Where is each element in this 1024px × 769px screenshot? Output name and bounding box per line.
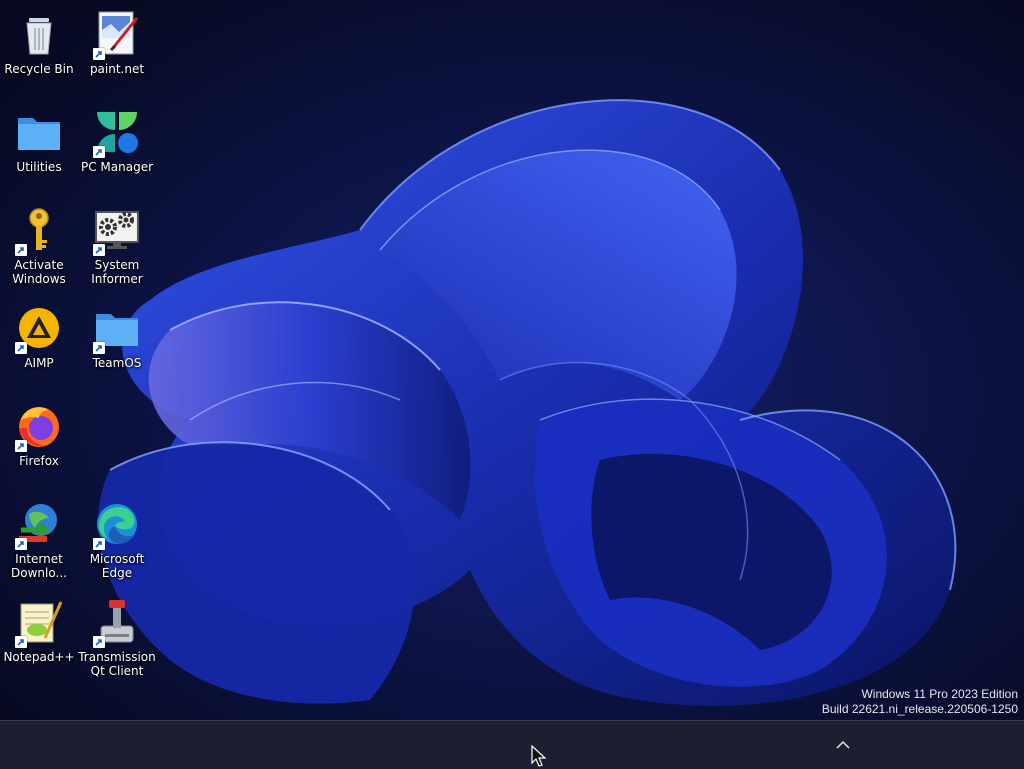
shortcut-arrow-icon — [93, 146, 105, 158]
desktop-icon-pc-manager[interactable]: PC Manager — [78, 106, 156, 196]
chevron-up-icon — [836, 740, 850, 749]
shortcut-arrow-icon — [15, 538, 27, 550]
desktop-icon-teamos[interactable]: TeamOS — [78, 302, 156, 392]
taskbar — [0, 720, 1024, 769]
desktop-icon-label: paint.net — [89, 62, 145, 76]
build-text: Build 22621.ni_release.220506-1250 — [821, 702, 1018, 716]
shortcut-arrow-icon — [93, 244, 105, 256]
show-hidden-icons-button[interactable] — [832, 735, 854, 755]
desktop-icon-label: Notepad++ — [3, 650, 75, 664]
shortcut-arrow-icon — [15, 342, 27, 354]
edition-text: Windows 11 Pro 2023 Edition — [861, 687, 1018, 701]
desktop-icon-label: TeamOS — [92, 356, 142, 370]
desktop-icon-paint-net[interactable]: paint.net — [78, 8, 156, 98]
desktop-icon-transmission[interactable]: Transmission Qt Client — [78, 596, 156, 686]
desktop-icon-activate-windows[interactable]: Activate Windows — [0, 204, 78, 294]
desktop-icon-label: PC Manager — [80, 160, 154, 174]
shortcut-arrow-icon — [15, 244, 27, 256]
shortcut-arrow-icon — [93, 342, 105, 354]
desktop-icon-label: System Informer — [91, 258, 143, 286]
desktop-icon-label: Internet Downlo... — [11, 552, 67, 580]
desktop-icon-internet-download-manager[interactable]: Internet Downlo... — [0, 498, 78, 588]
desktop-icon-label: Firefox — [19, 454, 59, 468]
desktop-icon-aimp[interactable]: AIMP — [0, 302, 78, 392]
desktop-icon-microsoft-edge[interactable]: Microsoft Edge — [78, 498, 156, 588]
desktop-icon-label: Transmission Qt Client — [78, 650, 156, 678]
folder-icon — [18, 118, 60, 150]
shortcut-arrow-icon — [93, 636, 105, 648]
desktop-icon-system-informer[interactable]: System Informer — [78, 204, 156, 294]
desktop-icon-label: AIMP — [24, 356, 54, 370]
desktop-icon-label: Recycle Bin — [4, 62, 74, 76]
desktop-icon-notepadpp[interactable]: Notepad++ — [0, 596, 78, 686]
desktop-icon-label: Activate Windows — [12, 258, 66, 286]
desktop-icon-label: Microsoft Edge — [89, 552, 145, 580]
shortcut-arrow-icon — [15, 636, 27, 648]
desktop-icon-utilities[interactable]: Utilities — [0, 106, 78, 196]
mouse-cursor-icon — [531, 745, 547, 767]
recycle-bin-icon — [26, 18, 52, 55]
desktop-icon-label: Utilities — [16, 160, 62, 174]
shortcut-arrow-icon — [93, 538, 105, 550]
desktop-icon-recycle-bin[interactable]: Recycle Bin — [0, 8, 78, 98]
desktop-icon-area: Recycle Bin paint.net Utilities PC Manag… — [0, 0, 160, 720]
shortcut-arrow-icon — [15, 440, 27, 452]
edition-watermark: Windows 11 Pro 2023 Edition Build 22621.… — [822, 687, 1018, 717]
shortcut-arrow-icon — [93, 48, 105, 60]
desktop-icon-firefox[interactable]: Firefox — [0, 400, 78, 490]
